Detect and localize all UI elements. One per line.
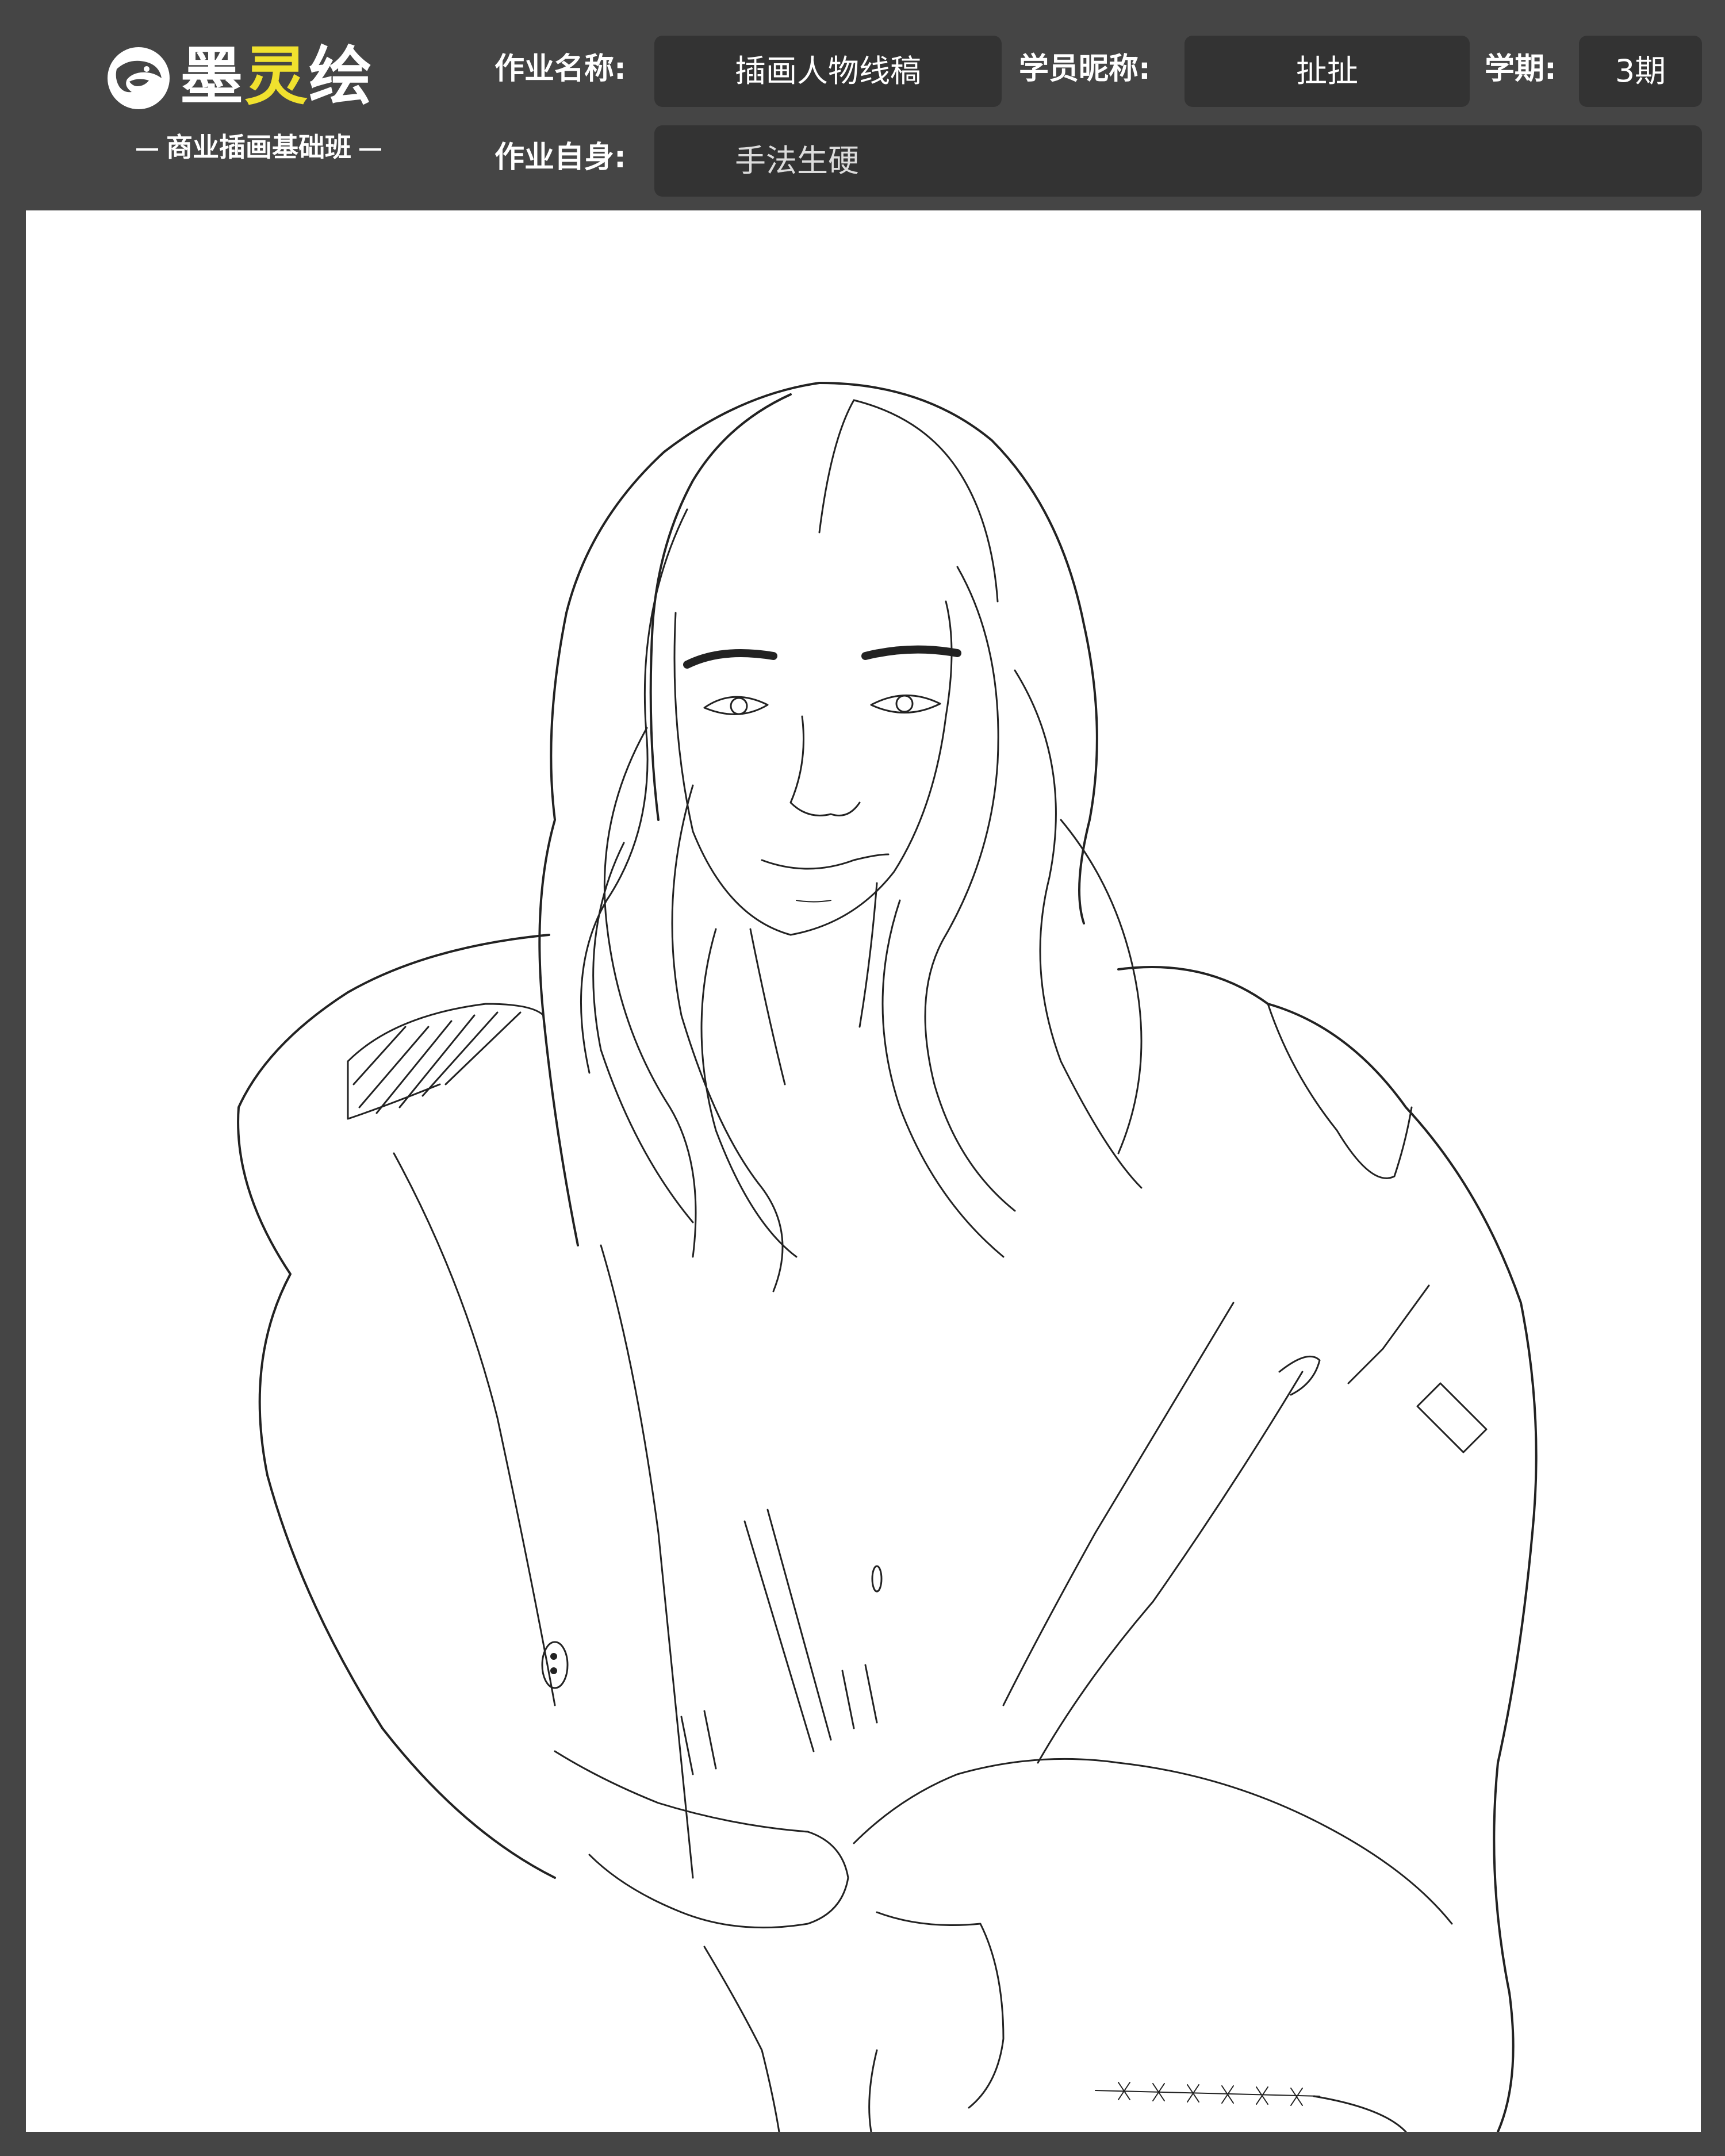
self-review-field[interactable]: 手法生硬 — [654, 125, 1702, 197]
self-review-label: 作业自身: — [494, 140, 626, 175]
assignment-name-label: 作业名称: — [494, 52, 626, 86]
dash-left — [136, 148, 158, 151]
line-drawing-portrait-icon — [237, 382, 1538, 2132]
logo-name: 墨灵绘 — [180, 39, 373, 114]
student-nickname-field[interactable]: 扯扯 — [1184, 36, 1470, 107]
dash-right — [359, 148, 381, 151]
logo: 墨灵绘 商业插画基础班 — [106, 40, 417, 172]
assignment-name-field[interactable]: 插画人物线稿 — [654, 36, 1002, 107]
header-bar: 墨灵绘 商业插画基础班 作业名称: 插画人物线稿 学员昵称: 扯扯 学期: 3期… — [0, 0, 1725, 208]
student-nickname-label: 学员昵称: — [1019, 52, 1151, 86]
term-field[interactable]: 3期 — [1579, 36, 1702, 107]
logo-char-2: 灵 — [244, 40, 309, 113]
term-label: 学期: — [1485, 52, 1557, 86]
logo-subtitle-text: 商业插画基础班 — [166, 132, 351, 163]
logo-char-1: 墨 — [180, 40, 244, 113]
fox-head-icon — [108, 47, 170, 109]
logo-char-3: 绘 — [309, 40, 373, 113]
artwork-canvas — [26, 210, 1701, 2132]
logo-subtitle: 商业插画基础班 — [106, 131, 411, 163]
